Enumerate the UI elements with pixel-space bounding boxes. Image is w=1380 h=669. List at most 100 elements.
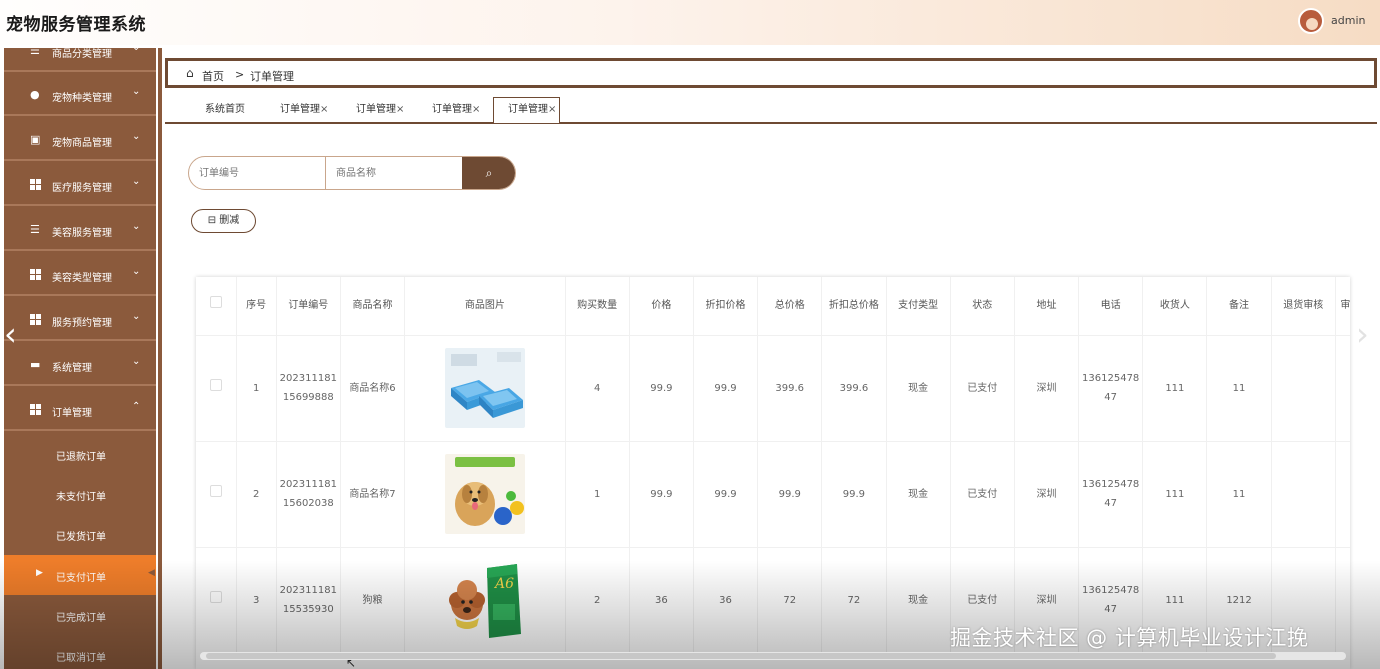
close-icon[interactable]: × bbox=[320, 104, 328, 115]
tab-orders-3[interactable]: 订单管理× bbox=[432, 98, 480, 122]
chevron-right-icon[interactable]: › bbox=[1356, 318, 1369, 350]
order-number-input[interactable] bbox=[189, 157, 326, 189]
cell-order-no: 20231118115535930 bbox=[276, 546, 341, 653]
cell-image bbox=[404, 440, 566, 547]
column-header: 商品图片 bbox=[404, 277, 566, 335]
chevron-down-icon: ⌄ bbox=[132, 131, 141, 142]
sidebar-item-label: 商品分类管理 bbox=[52, 49, 112, 60]
product-image-poodle-dog-food[interactable]: A6 bbox=[444, 560, 525, 641]
cell-pay-type: 现金 bbox=[886, 546, 951, 653]
product-name-input[interactable] bbox=[326, 157, 462, 189]
home-icon[interactable]: ⌂ bbox=[186, 66, 194, 80]
row-select-cell[interactable] bbox=[196, 334, 237, 441]
caret-right-icon: ▶ bbox=[36, 568, 43, 578]
checkbox[interactable] bbox=[209, 296, 222, 309]
column-header: 购买数量 bbox=[565, 277, 630, 335]
delete-label: 删减 bbox=[219, 215, 240, 226]
username-label[interactable]: admin bbox=[1331, 14, 1365, 27]
close-icon[interactable]: × bbox=[472, 104, 480, 115]
sidebar-item-label: 服务预约管理 bbox=[52, 318, 112, 329]
select-all-cell[interactable] bbox=[196, 277, 237, 335]
column-header: 折扣价格 bbox=[693, 277, 759, 335]
subitem-shipped-orders[interactable]: 已发货订单 bbox=[4, 514, 156, 554]
app-header: 宠物服务管理系统 admin bbox=[0, 0, 1380, 45]
sidebar-item-label: 美容类型管理 bbox=[52, 273, 112, 284]
cell-total: 399.6 bbox=[757, 334, 823, 441]
row-select-cell[interactable] bbox=[196, 440, 237, 547]
cell-total: 99.9 bbox=[757, 440, 823, 547]
cell-index: 2 bbox=[236, 440, 277, 547]
sidebar-item-system[interactable]: ▬ 系统管理 ⌄ bbox=[4, 344, 156, 386]
sidebar-item-medical-service[interactable]: 医疗服务管理 ⌄ bbox=[4, 164, 156, 206]
app-title: 宠物服务管理系统 bbox=[6, 15, 146, 35]
cell-status: 已支付 bbox=[950, 334, 1015, 441]
chevron-down-icon: ⌄ bbox=[132, 86, 141, 97]
column-header: 商品名称 bbox=[340, 277, 406, 335]
table-row: 2 20231118115602038 商品名称7 1 99.9 99.9 99… bbox=[196, 440, 1350, 547]
cell-review bbox=[1335, 546, 1350, 653]
cell-total: 72 bbox=[757, 546, 823, 653]
subitem-paid-orders[interactable]: ▶ 已支付订单 ◀ bbox=[4, 555, 156, 595]
tab-orders-1[interactable]: 订单管理× bbox=[280, 98, 328, 122]
close-icon[interactable]: × bbox=[396, 104, 404, 115]
cell-qty: 1 bbox=[565, 440, 630, 547]
row-select-cell[interactable] bbox=[196, 546, 237, 653]
avatar[interactable] bbox=[1298, 8, 1324, 34]
chevron-down-icon: ⌄ bbox=[132, 266, 141, 277]
tab-label: 订单管理 bbox=[432, 104, 472, 115]
cell-name: 商品名称7 bbox=[340, 440, 406, 547]
cell-address: 深圳 bbox=[1014, 440, 1080, 547]
search-button[interactable]: ⌕ bbox=[462, 157, 515, 189]
subitem-refunded-orders[interactable]: 已退款订单 bbox=[4, 434, 156, 474]
product-image-dog-with-balls[interactable] bbox=[444, 454, 525, 534]
sidebar-item-grooming-type[interactable]: 美容类型管理 ⌄ bbox=[4, 254, 156, 296]
checkbox[interactable] bbox=[209, 484, 222, 497]
breadcrumb-current: 订单管理 bbox=[250, 70, 294, 83]
checkbox[interactable] bbox=[209, 378, 222, 391]
cell-order-no: 20231118115699888 bbox=[276, 334, 341, 441]
tab-label: 订单管理 bbox=[356, 104, 396, 115]
cell-discount-price: 99.9 bbox=[693, 440, 759, 547]
sidebar-item-service-booking[interactable]: 服务预约管理 ⌄ bbox=[4, 299, 156, 341]
sidebar-item-label: 医疗服务管理 bbox=[52, 183, 112, 194]
column-header: 电话 bbox=[1078, 277, 1144, 335]
content-divider bbox=[158, 48, 162, 669]
cell-image bbox=[404, 334, 566, 441]
delete-button[interactable]: ⊟ 删减 bbox=[191, 209, 256, 233]
subitem-completed-orders[interactable]: 已完成订单 bbox=[4, 595, 156, 635]
tab-orders-active[interactable]: 订单管理× bbox=[493, 97, 561, 123]
column-header: 价格 bbox=[629, 277, 694, 335]
close-icon[interactable]: × bbox=[548, 104, 556, 115]
sidebar-item-product-category[interactable]: ☰ 商品分类管理 ⌄ bbox=[4, 48, 156, 72]
watermark: 掘金技术社区 @ 计算机毕业设计江挽 bbox=[950, 626, 1309, 650]
sidebar: ☰ 商品分类管理 ⌄ ● 宠物种类管理 ⌄ ▣ 宠物商品管理 ⌄ 医疗服务管理 … bbox=[4, 48, 156, 669]
sidebar-item-pet-products[interactable]: ▣ 宠物商品管理 ⌄ bbox=[4, 119, 156, 161]
breadcrumb-home[interactable]: 首页 bbox=[202, 68, 224, 84]
cell-qty: 4 bbox=[565, 334, 630, 441]
scrollbar-thumb[interactable] bbox=[206, 653, 1276, 659]
product-image-blue-pet-bed[interactable] bbox=[444, 348, 525, 428]
sidebar-item-grooming-service[interactable]: ☰ 美容服务管理 ⌄ bbox=[4, 209, 156, 251]
tab-home[interactable]: 系统首页 bbox=[205, 98, 245, 122]
breadcrumb-separator: > bbox=[235, 68, 245, 81]
tab-orders-2[interactable]: 订单管理× bbox=[356, 98, 404, 122]
horizontal-scrollbar[interactable] bbox=[200, 652, 1346, 660]
cell-review bbox=[1335, 334, 1350, 441]
sidebar-item-orders[interactable]: 订单管理 ⌃ bbox=[4, 389, 156, 431]
table-row: 1 20231118115699888 商品名称6 4 99.9 99.9 39… bbox=[196, 334, 1350, 441]
subitem-unpaid-orders[interactable]: 未支付订单 bbox=[4, 474, 156, 514]
subitem-cancelled-orders[interactable]: 已取消订单 bbox=[4, 635, 156, 669]
chevron-down-icon: ⌄ bbox=[132, 356, 141, 367]
checkbox[interactable] bbox=[209, 590, 222, 603]
table-header-row: 序号 订单编号 商品名称 商品图片 购买数量 价格 折扣价格 总价格 折扣总价格… bbox=[196, 277, 1350, 335]
column-header: 地址 bbox=[1014, 277, 1080, 335]
cell-pay-type: 现金 bbox=[886, 334, 951, 441]
sidebar-item-label: 宠物商品管理 bbox=[52, 138, 112, 149]
sidebar-item-pet-species[interactable]: ● 宠物种类管理 ⌄ bbox=[4, 74, 156, 116]
search-bar: ⌕ bbox=[188, 156, 516, 190]
cell-name: 商品名称6 bbox=[340, 334, 406, 441]
chevron-down-icon: ⌄ bbox=[132, 221, 141, 232]
subitem-label: 已完成订单 bbox=[56, 613, 106, 624]
chevron-left-icon[interactable]: ‹ bbox=[4, 318, 17, 350]
cell-discount-total: 99.9 bbox=[821, 440, 887, 547]
